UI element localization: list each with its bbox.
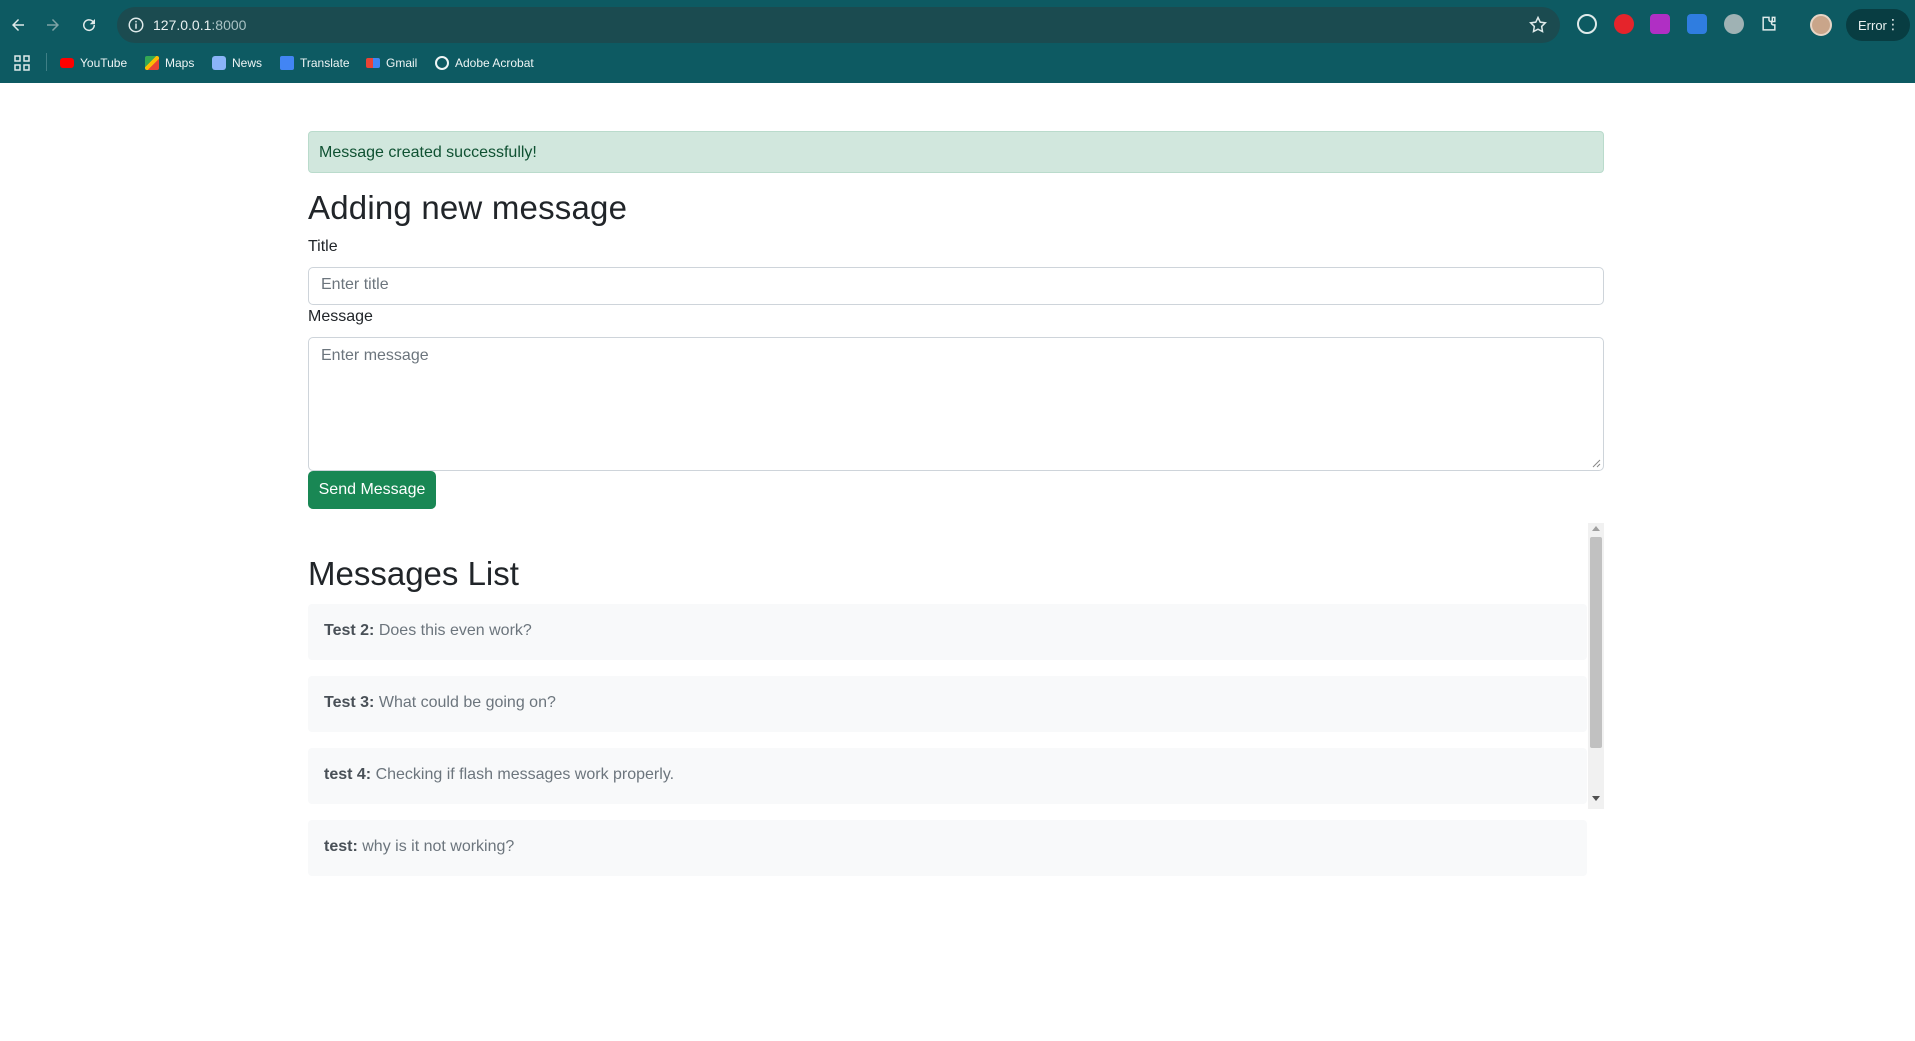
forward-button[interactable] <box>35 7 71 43</box>
url-text[interactable]: 127.0.0.1:8000 <box>153 17 246 33</box>
bookmark-youtube[interactable]: YouTube <box>60 53 127 73</box>
bookmarks-divider <box>46 53 47 71</box>
message-title: test: <box>324 838 358 855</box>
adobe-acrobat-icon <box>435 56 449 70</box>
bookmark-adobe-acrobat[interactable]: Adobe Acrobat <box>435 53 534 73</box>
kebab-menu-icon: ⋮ <box>1886 16 1900 32</box>
reload-button[interactable] <box>71 7 107 43</box>
form-title: Adding new message <box>308 189 628 226</box>
bookmark-translate[interactable]: Translate <box>280 53 350 73</box>
grammarly-extension-icon[interactable] <box>1577 14 1597 34</box>
download-extension-icon[interactable] <box>1650 14 1670 34</box>
bookmark-label: Maps <box>165 56 195 70</box>
list-item: Test 2: Does this even work? <box>308 604 1587 660</box>
apps-grid-icon[interactable] <box>14 55 30 71</box>
red-extension-icon[interactable] <box>1614 14 1634 34</box>
disabled-extension-icon[interactable] <box>1724 14 1744 34</box>
extensions-puzzle-icon[interactable] <box>1759 14 1779 34</box>
messages-list-heading: Messages List <box>308 555 519 592</box>
message-title: Test 2: <box>324 622 375 639</box>
bookmark-gmail[interactable]: Gmail <box>366 53 417 73</box>
messages-list[interactable]: Test 2: Does this even work? Test 3: Wha… <box>308 604 1604 890</box>
browser-chrome: 127.0.0.1:8000 Error ⋮ YouTube Maps News… <box>0 0 1915 83</box>
news-icon <box>212 56 226 70</box>
message-textarea[interactable]: Enter message <box>308 337 1604 471</box>
error-label: Error <box>1858 17 1887 33</box>
resize-grip-icon[interactable] <box>1592 459 1601 468</box>
bookmark-label: News <box>232 56 263 70</box>
message-title: Test 3: <box>324 694 375 711</box>
gmail-icon <box>366 58 380 68</box>
success-alert: Message created successfully! <box>308 131 1604 173</box>
scroll-down-arrow-icon[interactable] <box>1592 796 1600 801</box>
list-item: test 4: Checking if flash messages work … <box>308 748 1587 804</box>
bookmark-news[interactable]: News <box>212 53 262 73</box>
maps-icon <box>145 56 159 70</box>
bookmark-label: Adobe Acrobat <box>455 56 534 70</box>
back-button[interactable] <box>0 7 36 43</box>
title-input[interactable]: Enter title <box>308 267 1604 305</box>
message-body: Does this even work? <box>378 622 532 639</box>
page-content: Message created successfully! Adding new… <box>0 83 1915 1041</box>
reload-icon <box>83 19 96 32</box>
message-label: Message <box>308 308 373 325</box>
bookmark-label: Translate <box>300 56 350 70</box>
bookmark-maps[interactable]: Maps <box>145 53 194 73</box>
message-placeholder: Enter message <box>321 347 429 364</box>
bookmark-star-icon[interactable] <box>1528 15 1548 35</box>
alert-text: Message created successfully! <box>319 144 537 161</box>
scroll-thumb[interactable] <box>1590 537 1602 748</box>
profile-avatar[interactable] <box>1810 14 1832 36</box>
message-body: What could be going on? <box>378 694 556 711</box>
title-placeholder: Enter title <box>321 276 389 293</box>
site-info-icon[interactable] <box>127 16 145 34</box>
forward-arrow-icon <box>47 19 59 31</box>
list-item: Test 3: What could be going on? <box>308 676 1587 732</box>
scroll-up-arrow-icon[interactable] <box>1592 526 1600 531</box>
address-bar[interactable]: 127.0.0.1:8000 <box>117 7 1560 43</box>
list-item: test: why is it not working? <box>308 820 1587 876</box>
title-label: Title <box>308 238 338 255</box>
error-chip-button[interactable]: Error ⋮ <box>1846 9 1910 41</box>
back-arrow-icon <box>12 19 24 31</box>
send-message-button[interactable]: Send Message <box>308 471 436 509</box>
translate-icon <box>280 56 294 70</box>
message-title: test 4: <box>324 766 372 783</box>
bookmark-label: YouTube <box>80 56 128 70</box>
message-body: why is it not working? <box>362 838 515 855</box>
bookmark-label: Gmail <box>386 56 418 70</box>
youtube-icon <box>60 58 74 68</box>
message-body: Checking if flash messages work properly… <box>375 766 675 783</box>
blue-extension-icon[interactable] <box>1687 14 1707 34</box>
